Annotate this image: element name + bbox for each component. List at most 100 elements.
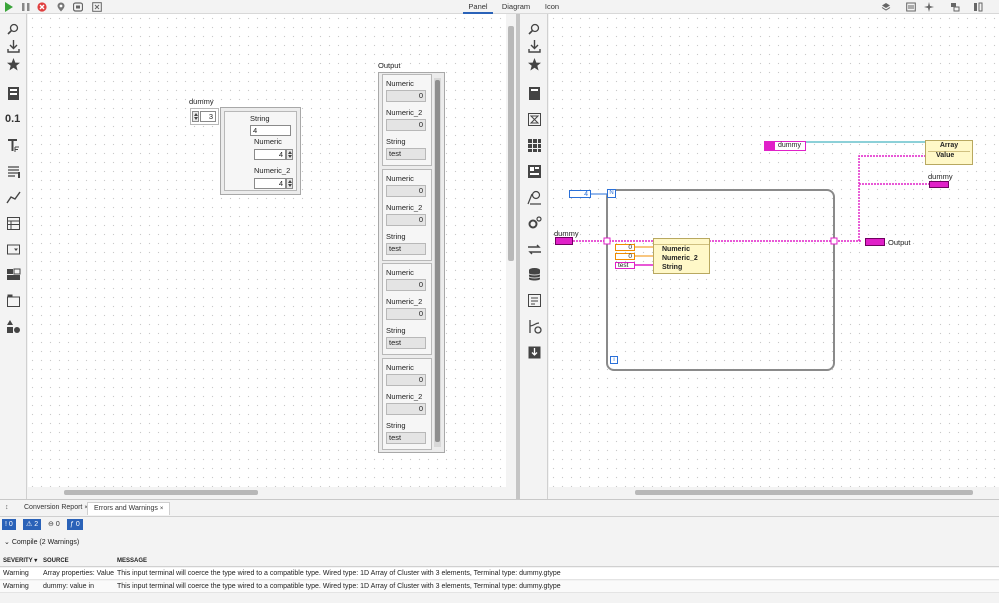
output-label: Output (378, 61, 401, 70)
output-string-value: test (386, 242, 426, 255)
bundle-by-name-node[interactable]: Numeric Numeric_2 String (653, 238, 710, 274)
col-severity[interactable]: SEVERITY ▾ (3, 555, 41, 567)
pause-icon[interactable] (21, 2, 31, 12)
string-icon[interactable] (6, 138, 21, 153)
boolean-icon[interactable] (6, 267, 21, 282)
bundle-header (654, 239, 709, 245)
col-source[interactable]: SOURCE (43, 555, 113, 567)
errors-filter[interactable]: ! 0 (2, 519, 16, 530)
output-tunnel[interactable] (830, 237, 838, 245)
loop-count-terminal[interactable]: N (607, 189, 616, 198)
dummy-numeric-spinner[interactable] (286, 149, 293, 160)
layers-icon[interactable] (881, 2, 891, 12)
compile-group[interactable]: ⌄ Compile (2 Warnings) (0, 536, 999, 550)
align-icon[interactable] (950, 2, 960, 12)
dummy-numeric-field[interactable]: 4 (254, 149, 286, 160)
favorites-icon[interactable] (6, 57, 21, 72)
comparison-icon[interactable] (527, 242, 542, 257)
output-element: Numeric 0 Numeric_2 0 String test (382, 357, 432, 450)
bundle-field-2: Numeric_2 (662, 255, 698, 262)
col-message[interactable]: MESSAGE (117, 555, 717, 567)
output-numeric2-label: Numeric_2 (386, 297, 423, 306)
search-icon[interactable] (527, 22, 542, 37)
array-property-node[interactable]: Array Value (925, 140, 973, 165)
messages-filter[interactable]: ⊖ 0 (45, 519, 63, 530)
data-containers-icon[interactable] (6, 86, 21, 101)
decorations-icon[interactable] (6, 319, 21, 334)
panel-vertical-thumb[interactable] (508, 26, 514, 261)
tab-panel[interactable]: Panel (463, 0, 493, 14)
blocked-icon: ⊖ (48, 521, 56, 528)
string-constant[interactable]: test (615, 262, 635, 269)
tab-diagram[interactable]: Diagram (499, 0, 533, 14)
download-icon[interactable] (527, 39, 542, 54)
view-icon[interactable] (906, 2, 916, 12)
close-icon[interactable]: × (160, 506, 164, 512)
warnings-filter[interactable]: ⚠ 2 (23, 519, 42, 530)
dummy-numeric2-label: Numeric_2 (254, 166, 291, 175)
output-numeric-value: 0 (386, 373, 426, 386)
analysis-icon[interactable] (527, 190, 542, 205)
dummy-indicator-label: dummy (928, 172, 953, 181)
table-row[interactable]: Warning dummy: value in This input termi… (0, 581, 999, 593)
dummy-numeric2-spinner[interactable] (286, 178, 293, 189)
chevron-down-icon[interactable]: ⌄ (4, 539, 12, 546)
dummy-string-field[interactable]: 4 (250, 125, 291, 136)
bundle-field-3: String (662, 264, 683, 271)
index-frame (190, 108, 219, 125)
for-loop-frame[interactable] (606, 189, 835, 371)
output-string-value: test (386, 148, 426, 160)
abort-icon[interactable] (37, 2, 47, 12)
dummy-control-terminal[interactable] (555, 237, 573, 245)
settings-icon[interactable] (527, 216, 542, 231)
probe-icon[interactable] (73, 2, 83, 12)
numeric2-constant[interactable]: 0 (615, 253, 635, 260)
output-scroll-thumb[interactable] (435, 80, 440, 442)
front-panel-canvas[interactable]: dummy 3 String 4 Numeric 4 Numeric_2 4 O… (28, 14, 515, 487)
data-icon[interactable] (527, 86, 542, 101)
output-element: Numeric 0 Numeric_2 0 String test (382, 168, 432, 261)
tab-conversion-report[interactable]: Conversion Report × (18, 502, 94, 515)
output-element: Numeric 0 Numeric_2 0 String test (382, 74, 432, 166)
search-icon[interactable] (6, 22, 21, 37)
numeric-palette-label[interactable]: 0.1 (5, 113, 20, 125)
favorites-icon[interactable] (527, 57, 542, 72)
timing-icon[interactable] (527, 112, 542, 127)
dummy-numeric2-field[interactable]: 4 (254, 178, 286, 189)
breakpoint-icon[interactable] (56, 2, 66, 12)
output-terminal[interactable] (865, 238, 885, 246)
sparkle-icon[interactable] (924, 2, 934, 12)
panel-menu-icon[interactable]: ↕ (5, 504, 9, 511)
table-icon[interactable] (6, 216, 21, 231)
loop-iteration-terminal[interactable]: i (610, 356, 618, 364)
warning-icon: ⚠ (26, 521, 35, 528)
output-numeric-value: 0 (386, 184, 426, 197)
tab-errors-and-warnings[interactable]: Errors and Warnings × (87, 502, 171, 515)
output-element: Numeric 0 Numeric_2 0 String test (382, 263, 432, 355)
cluster-icon[interactable] (527, 164, 542, 179)
file-io-icon[interactable] (527, 345, 542, 360)
tab-icon[interactable]: Icon (539, 0, 565, 14)
report-icon[interactable] (527, 293, 542, 308)
info-filter[interactable]: ƒ 0 (67, 519, 83, 530)
database-icon[interactable] (527, 267, 542, 282)
distribute-icon[interactable] (973, 2, 983, 12)
tab-control-icon[interactable] (6, 293, 21, 308)
ring-icon[interactable] (6, 242, 21, 257)
block-diagram-canvas[interactable]: dummy Array Value dummy 4 N i dummy Outp… (549, 14, 999, 487)
list-icon[interactable] (6, 164, 21, 179)
run-icon[interactable] (4, 2, 14, 12)
loop-count-constant[interactable]: 4 (569, 190, 591, 198)
graph-icon[interactable] (6, 190, 21, 205)
panel-horizontal-thumb[interactable] (64, 490, 258, 495)
input-tunnel[interactable] (603, 237, 611, 245)
connectivity-icon[interactable] (527, 319, 542, 334)
diagram-horizontal-thumb[interactable] (635, 490, 973, 495)
numeric-constant[interactable]: 0 (615, 244, 635, 251)
table-row[interactable]: Warning Array properties: Value This inp… (0, 568, 999, 580)
clean-up-icon[interactable] (92, 2, 102, 12)
dummy-reference[interactable]: dummy (764, 141, 806, 151)
array-icon[interactable] (527, 138, 542, 153)
download-icon[interactable] (6, 39, 21, 54)
dummy-indicator-terminal[interactable] (929, 181, 949, 188)
